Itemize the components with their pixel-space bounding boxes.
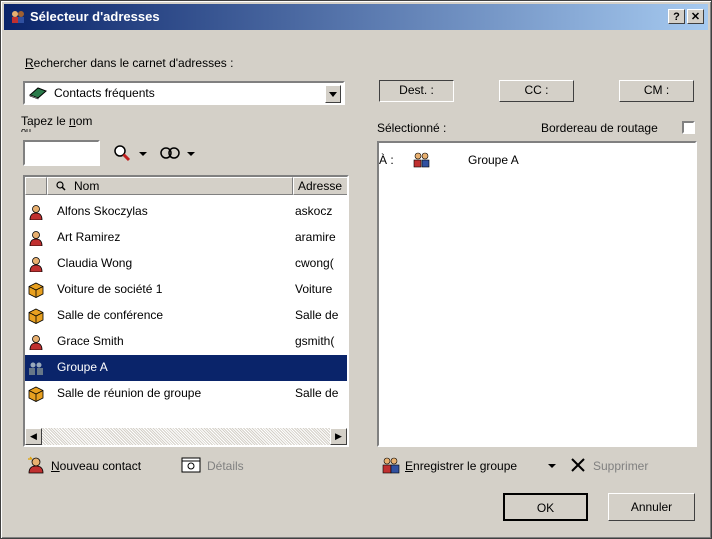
list-item-address: gsmith(: [295, 334, 335, 348]
title-bar[interactable]: Sélecteur d'adresses ? ✕: [4, 4, 708, 30]
routing-checkbox[interactable]: [682, 121, 695, 134]
routing-label[interactable]: Bordereau de routage: [541, 121, 658, 135]
person-icon: [28, 334, 44, 351]
group-icon: [413, 152, 430, 168]
save-group-label: Enregistrer le groupe: [405, 459, 518, 473]
list-item-address: Salle de: [295, 308, 339, 322]
chevron-down-icon[interactable]: [548, 463, 556, 469]
search-icon[interactable]: [113, 144, 135, 162]
to-button[interactable]: Dest. :: [379, 80, 454, 102]
list-item-name: Salle de conférence: [57, 308, 164, 322]
person-icon: [28, 204, 44, 221]
addressbook-combobox[interactable]: Contacts fréquents: [23, 81, 345, 105]
cc-button[interactable]: CC :: [499, 80, 574, 102]
bc-button-label: CM :: [643, 83, 670, 97]
selected-label: Sélectionné :: [377, 121, 447, 135]
list-item[interactable]: Salle de conférence Salle de: [25, 303, 347, 329]
combobox-dropdown-button[interactable]: [325, 85, 341, 103]
new-contact-icon: [28, 456, 44, 474]
resource-icon: [28, 308, 44, 324]
name-input[interactable]: [23, 140, 100, 166]
list-item-name: Grace Smith: [57, 334, 124, 348]
list-item-address: aramire: [295, 230, 336, 244]
help-button[interactable]: ?: [668, 9, 685, 24]
list-item-name: Claudia Wong: [57, 256, 133, 270]
list-item-name: Salle de réunion de groupe: [57, 386, 202, 400]
list-item-name: Groupe A: [57, 360, 108, 374]
list-item-address: Salle de: [295, 386, 339, 400]
person-icon: [28, 230, 44, 247]
search-label-accel: R: [25, 56, 34, 70]
new-contact-label: Nouveau contact: [51, 459, 142, 473]
horizontal-scrollbar[interactable]: ◀ ▶: [25, 428, 347, 445]
selected-recipients-list[interactable]: À : Groupe A: [377, 141, 697, 447]
search-label-text: echercher dans le carnet d'adresses :: [33, 56, 234, 70]
person-icon: [28, 256, 44, 273]
column-name-label: Nom: [74, 179, 100, 193]
ok-button[interactable]: OK: [503, 493, 588, 521]
contacts-rows: Alfons Skoczylas askocz Art Ramirez aramire…: [25, 195, 347, 431]
scroll-left-button[interactable]: ◀: [25, 428, 42, 445]
search-label: Rechercher dans le carnet d'adresses :: [25, 56, 233, 70]
list-item-name: Voiture de société 1: [57, 282, 163, 296]
list-item[interactable]: Voiture de société 1 Voiture: [25, 277, 347, 303]
ok-label: OK: [536, 501, 555, 515]
cancel-button[interactable]: Annuler: [608, 493, 695, 521]
column-header-name[interactable]: Nom: [47, 177, 293, 195]
list-item[interactable]: Grace Smith gsmith(: [25, 329, 347, 355]
addressbook-selected: Contacts fréquents: [54, 86, 155, 100]
column-header-type[interactable]: [25, 177, 47, 195]
details-icon: [181, 457, 201, 473]
list-item-address: Voiture: [295, 282, 333, 296]
list-item-name: Alfons Skoczylas: [57, 204, 148, 218]
close-button[interactable]: ✕: [687, 9, 704, 24]
list-item[interactable]: Art Ramirez aramire: [25, 225, 347, 251]
column-header-address[interactable]: Adresse: [293, 177, 347, 195]
list-item-name: Art Ramirez: [57, 230, 121, 244]
list-item-address: cwong(: [295, 256, 334, 270]
column-address-label: Adresse: [298, 179, 343, 193]
group-icon: [28, 360, 44, 376]
list-item-address: askocz: [295, 204, 333, 218]
type-name-label-2: ou: [21, 126, 32, 132]
to-button-label: Dest. :: [399, 83, 434, 97]
details-label: Détails: [207, 459, 244, 473]
scroll-right-button[interactable]: ▶: [330, 428, 347, 445]
list-item[interactable]: Claudia Wong cwong(: [25, 251, 347, 277]
address-selector-dialog: Sélecteur d'adresses ? ✕ Rechercher dans…: [0, 0, 712, 539]
recipient-prefix: À :: [379, 153, 394, 167]
list-item[interactable]: Alfons Skoczylas askocz: [25, 199, 347, 225]
type-name-text-b: om: [75, 114, 93, 128]
resource-icon: [28, 386, 44, 402]
list-item[interactable]: Salle de réunion de groupe Salle de: [25, 381, 347, 407]
chevron-down-icon: [329, 92, 337, 97]
group-icon: [382, 457, 400, 474]
close-icon: [571, 458, 585, 472]
cancel-label: Annuler: [630, 500, 673, 514]
chevron-down-icon[interactable]: [139, 151, 147, 157]
search-icon: [56, 181, 66, 191]
list-item[interactable]: Groupe A: [25, 355, 347, 381]
recipient-name[interactable]: Groupe A: [468, 153, 519, 167]
bc-button[interactable]: CM :: [619, 80, 694, 102]
advanced-find-icon[interactable]: [159, 145, 183, 161]
type-name-accel: n: [69, 114, 76, 128]
remove-label: Supprimer: [593, 459, 649, 473]
contacts-list[interactable]: Nom Adresse Alfons Skoczylas askocz Art Ra…: [23, 175, 349, 447]
cc-button-label: CC :: [524, 83, 549, 97]
address-book-icon: [12, 11, 24, 23]
chevron-down-icon[interactable]: [187, 151, 195, 157]
type-name-label: Tapez le nom: [21, 114, 92, 128]
window-title: Sélecteur d'adresses: [30, 9, 160, 24]
address-book-icon: [29, 87, 47, 100]
resource-icon: [28, 282, 44, 298]
